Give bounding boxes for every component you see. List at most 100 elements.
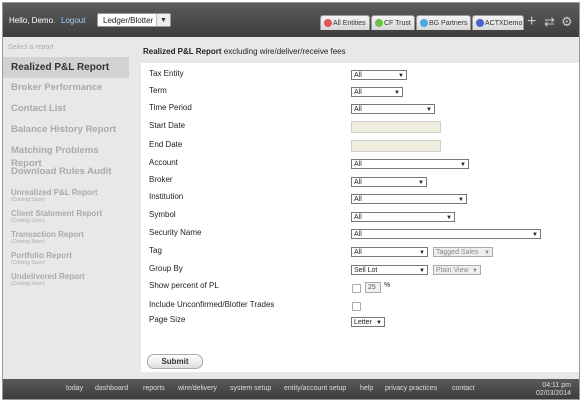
group-by-select[interactable]: Sell Lot ▼ [351,265,428,275]
term-select[interactable]: All ▼ [351,87,403,97]
entity-all-entities[interactable]: All Entities [320,15,370,30]
sidebar-item-transaction-report: Transaction Report (Coming Soon) [11,230,129,245]
footer-link-contact[interactable]: contact [452,385,475,392]
clock-date: 02/03/2014 [535,390,571,397]
select-value: All [354,231,362,238]
page-title: Realized P&L Report excluding wire/deliv… [143,47,346,56]
view-select-value: Ledger/Blotter [103,16,154,25]
footer-link-wire-delivery[interactable]: wire/delivery [178,385,217,392]
symbol-select[interactable]: All ▼ [351,212,455,222]
page-title-note: excluding wire/deliver/receive fees [223,47,346,56]
add-icon[interactable]: + [527,14,536,30]
tag-select[interactable]: All ▼ [351,247,428,257]
broker-label: Broker [149,175,173,184]
include-unconfirmed-checkbox[interactable] [352,302,361,311]
entity-label: BG Partners [429,20,468,27]
footer-link-entity-account-setup[interactable]: entity/account setup [284,385,346,392]
footer-link-system-setup[interactable]: system setup [230,385,271,392]
entity-label: ACTXDemo [485,20,523,27]
tag-filter-select[interactable]: Tagged Sales ▼ [433,247,493,257]
dropdown-arrow-icon: ▼ [532,232,538,238]
select-value: Letter [354,319,372,326]
view-mode-select[interactable]: Plain View ▼ [433,265,481,275]
broker-select[interactable]: All ▼ [351,177,427,187]
select-value: Plain View [436,267,469,274]
footer-link-today[interactable]: today [66,385,83,392]
dropdown-arrow-icon: ▼ [394,90,400,96]
security-name-select[interactable]: All ▼ [351,229,541,239]
report-main: Realized P&L Report excluding wire/deliv… [129,37,579,379]
clock: 04:11 pm 02/03/2014 [536,382,571,398]
clock-time: 04:11 pm [542,382,571,389]
dropdown-arrow-icon: ▼ [458,197,464,203]
coming-soon-note: (Coming Soon) [11,260,45,266]
sidebar-heading: Select a report [8,44,54,51]
dropdown-arrow-icon: ▼ [446,215,452,221]
sidebar-item-label: Client Statement Report [11,209,103,218]
sidebar-item-portfolio-report: Portfolio Report (Coming Soon) [11,251,129,266]
sidebar-item-label: Portfolio Report [11,251,72,260]
report-form: Tax Entity All ▼ Term All ▼ Time Period Al… [141,63,579,372]
footer-link-help[interactable]: help [360,385,373,392]
logout-link[interactable]: Logout [61,16,85,25]
status-dot-icon [420,19,428,27]
sidebar-item-unrealized-pl: Unrealized P&L Report (Coming Soon) [11,188,129,203]
coming-soon-note: (Coming Soon) [11,197,45,203]
select-value: Sell Lot [354,267,378,274]
footer-link-dashboard[interactable]: dashboard [95,385,128,392]
tax-entity-select[interactable]: All ▼ [351,70,407,80]
account-select[interactable]: All ▼ [351,159,469,169]
time-period-select[interactable]: All ▼ [351,104,435,114]
footer-link-reports[interactable]: reports [143,385,165,392]
app-window: Hello, Demo. Logout Ledger/Blotter ▼ All… [2,2,580,400]
institution-select[interactable]: All ▼ [351,194,467,204]
sidebar-item-label: Undelivered Report [11,272,85,281]
select-value: All [354,89,362,96]
term-label: Term [149,86,167,95]
sidebar-item-balance-history[interactable]: Balance History Report [3,123,129,136]
start-date-label: Start Date [149,121,186,130]
entity-actxdemo[interactable]: ACTXDemo [472,15,524,30]
view-select[interactable]: Ledger/Blotter ▼ [97,13,171,27]
sidebar-item-label: Transaction Report [11,230,84,239]
time-period-label: Time Period [149,103,192,112]
greeting: Hello, Demo. [9,16,56,25]
start-date-field[interactable] [351,121,441,133]
show-percent-label: Show percent of PL [149,281,219,290]
dropdown-arrow-icon: ▼ [418,180,424,186]
symbol-label: Symbol [149,210,176,219]
sidebar-item-undelivered-report: Undelivered Report (Coming Soon) [11,272,129,287]
sidebar-item-download-rules[interactable]: Download Rules Audit [3,165,129,178]
dropdown-arrow-icon: ▼ [419,250,425,256]
gear-icon[interactable]: ⚙ [561,15,573,29]
entity-label: All Entities [333,20,366,27]
footer-link-privacy[interactable]: privacy practices [385,385,437,392]
entity-cf-trust[interactable]: CF Trust [371,15,415,30]
select-value: All [354,196,362,203]
percent-input[interactable]: 25 [365,282,381,293]
coming-soon-note: (Coming Soon) [11,281,45,287]
dropdown-arrow-icon: ▼ [472,268,478,274]
entity-label: CF Trust [384,20,411,27]
security-name-label: Security Name [149,228,202,237]
institution-label: Institution [149,192,184,201]
entity-bg-partners[interactable]: BG Partners [416,15,471,30]
status-dot-icon [375,19,383,27]
footer-nav: today dashboard reports wire/delivery sy… [3,379,579,399]
sidebar-item-realized-pl[interactable]: Realized P&L Report [3,57,129,78]
page-size-select[interactable]: Letter ▼ [351,317,385,327]
status-dot-icon [324,19,332,27]
show-percent-checkbox[interactable] [352,284,361,293]
dropdown-arrow-icon: ▼ [460,162,466,168]
status-dot-icon [476,19,484,27]
page-size-label: Page Size [149,315,186,324]
end-date-field[interactable] [351,140,441,152]
top-bar: Hello, Demo. Logout Ledger/Blotter ▼ All… [3,3,579,37]
sidebar-item-client-statement: Client Statement Report (Coming Soon) [11,209,129,224]
sidebar-item-broker-performance[interactable]: Broker Performance [3,81,129,94]
refresh-icon[interactable]: ⇄ [544,15,555,29]
sidebar-item-contact-list[interactable]: Contact List [3,102,129,115]
submit-button[interactable]: Submit [147,354,203,369]
dropdown-arrow-icon: ▼ [484,250,490,256]
percent-unit: % [384,282,391,289]
